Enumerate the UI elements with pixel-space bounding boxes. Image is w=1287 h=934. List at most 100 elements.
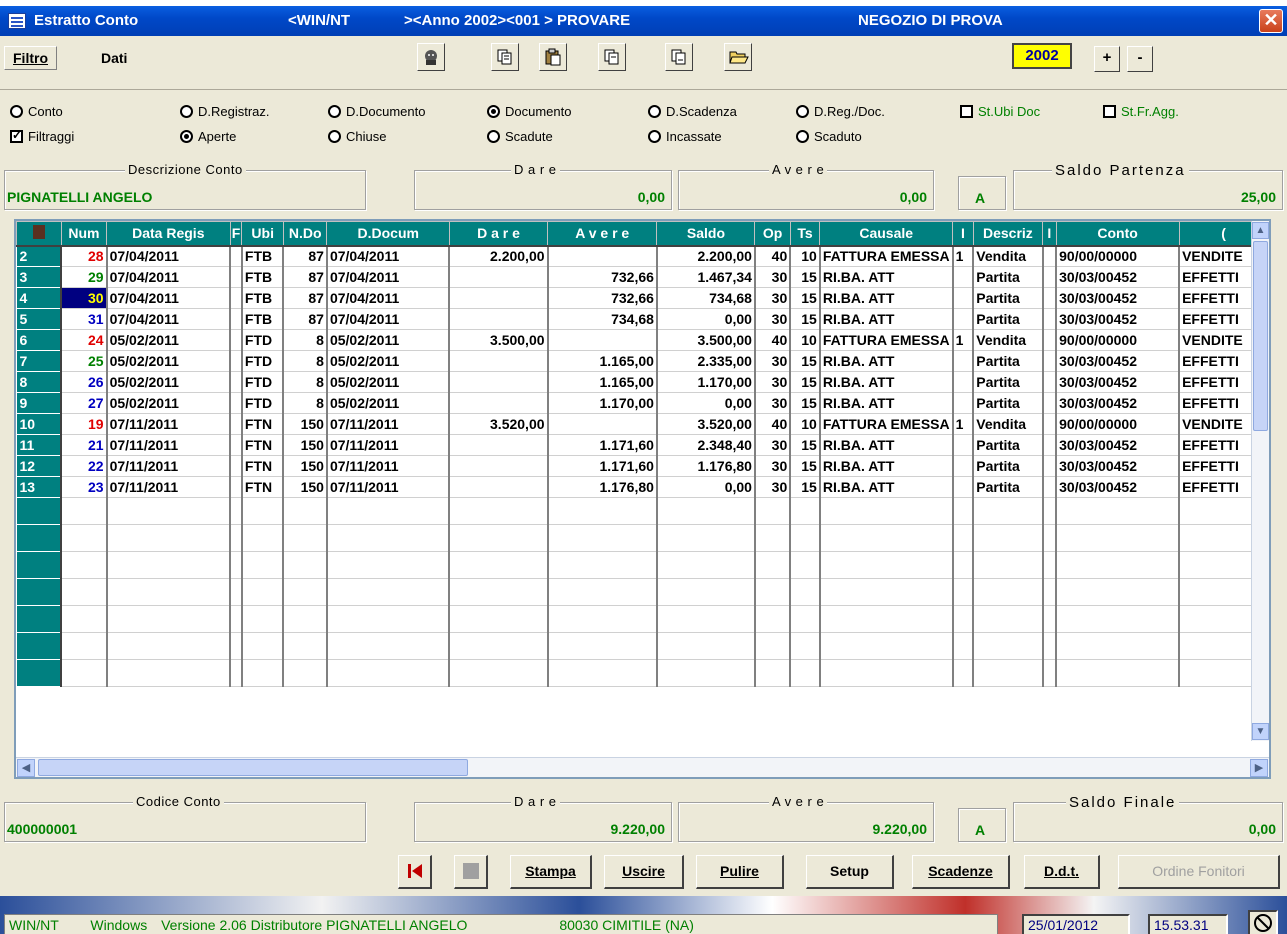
grid-ndoc-cell[interactable]: 87	[283, 266, 328, 288]
empty-cell[interactable]	[241, 551, 285, 579]
grid-saldo-cell[interactable]: 1.170,00	[656, 371, 756, 393]
empty-cell[interactable]	[754, 497, 792, 525]
grid-ndoc-cell[interactable]: 8	[283, 350, 328, 372]
row-number-cell[interactable]: 3	[16, 266, 63, 288]
empty-cell[interactable]	[790, 497, 821, 525]
grid-i-cell[interactable]: 1	[952, 245, 975, 267]
grid-causale-cell[interactable]: FATTURA EMESSA	[819, 329, 954, 351]
scroll-down-icon[interactable]: ▼	[1252, 723, 1269, 740]
col-i-header[interactable]: I	[952, 221, 974, 247]
col-ddocum-header[interactable]: D.Docum	[326, 221, 450, 247]
grid-descriz-cell[interactable]: Partita	[973, 350, 1044, 372]
copy3-tool-button[interactable]	[665, 43, 693, 71]
grid-i2-cell[interactable]	[1042, 371, 1058, 393]
grid-descriz-cell[interactable]: Partita	[973, 392, 1044, 414]
grid-num-cell[interactable]: 31	[61, 308, 108, 330]
empty-cell[interactable]	[952, 551, 975, 579]
empty-cell[interactable]	[283, 632, 328, 660]
empty-cell[interactable]	[106, 632, 232, 660]
empty-cell[interactable]	[819, 524, 954, 552]
empty-cell[interactable]	[230, 578, 243, 606]
row-number-cell[interactable]	[16, 524, 63, 552]
grid-ts-cell[interactable]: 15	[790, 371, 821, 393]
radio-d-reg-doc[interactable]: D.Reg./Doc.	[796, 104, 885, 119]
vertical-scroll-thumb[interactable]	[1253, 241, 1268, 431]
grid-data-regis-cell[interactable]: 07/11/2011	[106, 434, 232, 456]
empty-cell[interactable]	[326, 551, 451, 579]
grid-avere-cell[interactable]: 732,66	[547, 266, 658, 288]
row-number-cell[interactable]: 6	[16, 329, 63, 351]
grid-ts-cell[interactable]: 10	[790, 329, 821, 351]
empty-cell[interactable]	[241, 497, 285, 525]
empty-cell[interactable]	[1056, 659, 1181, 687]
empty-cell[interactable]	[656, 524, 756, 552]
copy2-tool-button[interactable]	[598, 43, 626, 71]
grid-f-cell[interactable]	[230, 308, 243, 330]
year-field[interactable]: 2002	[1012, 43, 1072, 69]
empty-cell[interactable]	[283, 497, 328, 525]
grid-ndoc-cell[interactable]: 8	[283, 392, 328, 414]
empty-cell[interactable]	[449, 497, 549, 525]
grid-ddocum-cell[interactable]: 07/11/2011	[326, 455, 451, 477]
grid-data-regis-cell[interactable]: 07/04/2011	[106, 266, 232, 288]
empty-cell[interactable]	[283, 524, 328, 552]
grid-saldo-cell[interactable]: 1.467,34	[656, 266, 756, 288]
table-row[interactable]: 2 28 07/04/2011 FTB 87 07/04/2011 2.200,00 2.20…	[16, 245, 1269, 267]
check-filtraggi[interactable]: Filtraggi	[10, 128, 74, 144]
grid-avere-cell[interactable]	[547, 245, 658, 267]
row-number-cell[interactable]	[16, 578, 63, 606]
grid-ndoc-cell[interactable]: 150	[283, 455, 328, 477]
empty-cell[interactable]	[61, 605, 108, 633]
grid-avere-cell[interactable]: 1.165,00	[547, 371, 658, 393]
empty-cell[interactable]	[973, 632, 1044, 660]
stop-button[interactable]	[454, 855, 488, 889]
col-i2-header[interactable]: I	[1042, 221, 1057, 247]
row-number-cell[interactable]: 8	[16, 371, 63, 393]
grid-ts-cell[interactable]: 15	[790, 308, 821, 330]
grid-ddocum-cell[interactable]: 07/04/2011	[326, 266, 451, 288]
empty-cell[interactable]	[241, 605, 285, 633]
grid-causale-cell[interactable]: RI.BA. ATT	[819, 371, 954, 393]
empty-cell[interactable]	[241, 632, 285, 660]
empty-cell[interactable]	[819, 659, 954, 687]
grid-num-cell[interactable]: 28	[61, 245, 108, 267]
grid-f-cell[interactable]	[230, 266, 243, 288]
grid-conto-cell[interactable]: 90/00/00000	[1056, 329, 1181, 351]
empty-cell[interactable]	[326, 632, 451, 660]
empty-cell[interactable]	[656, 605, 756, 633]
empty-table-row[interactable]	[16, 578, 1269, 606]
empty-cell[interactable]	[241, 578, 285, 606]
empty-cell[interactable]	[547, 551, 658, 579]
empty-cell[interactable]	[230, 632, 243, 660]
row-number-cell[interactable]	[16, 605, 63, 633]
row-number-cell[interactable]: 10	[16, 413, 63, 435]
empty-cell[interactable]	[449, 524, 549, 552]
empty-cell[interactable]	[283, 605, 328, 633]
grid-dare-cell[interactable]	[449, 350, 549, 372]
radio-scadute[interactable]: Scadute	[487, 129, 553, 144]
grid-causale-cell[interactable]: RI.BA. ATT	[819, 308, 954, 330]
grid-i2-cell[interactable]	[1042, 287, 1058, 309]
empty-cell[interactable]	[106, 551, 232, 579]
empty-cell[interactable]	[790, 659, 821, 687]
grid-ndoc-cell[interactable]: 150	[283, 434, 328, 456]
grid-i-cell[interactable]	[952, 392, 975, 414]
row-number-cell[interactable]: 7	[16, 350, 63, 372]
empty-cell[interactable]	[1042, 551, 1058, 579]
empty-cell[interactable]	[952, 632, 975, 660]
grid-i2-cell[interactable]	[1042, 266, 1058, 288]
empty-cell[interactable]	[1056, 605, 1181, 633]
grid-ubi-cell[interactable]: FTD	[241, 392, 285, 414]
empty-cell[interactable]	[754, 524, 792, 552]
grid-i2-cell[interactable]	[1042, 413, 1058, 435]
grid-ddocum-cell[interactable]: 07/11/2011	[326, 434, 451, 456]
grid-conto-cell[interactable]: 30/03/00452	[1056, 350, 1181, 372]
grid-data-regis-cell[interactable]: 05/02/2011	[106, 392, 232, 414]
empty-cell[interactable]	[326, 497, 451, 525]
empty-cell[interactable]	[973, 524, 1044, 552]
col-conto-header[interactable]: Conto	[1055, 221, 1180, 247]
first-record-button[interactable]	[398, 855, 432, 889]
empty-cell[interactable]	[241, 659, 285, 687]
row-number-cell[interactable]: 11	[16, 434, 63, 456]
empty-cell[interactable]	[754, 632, 792, 660]
